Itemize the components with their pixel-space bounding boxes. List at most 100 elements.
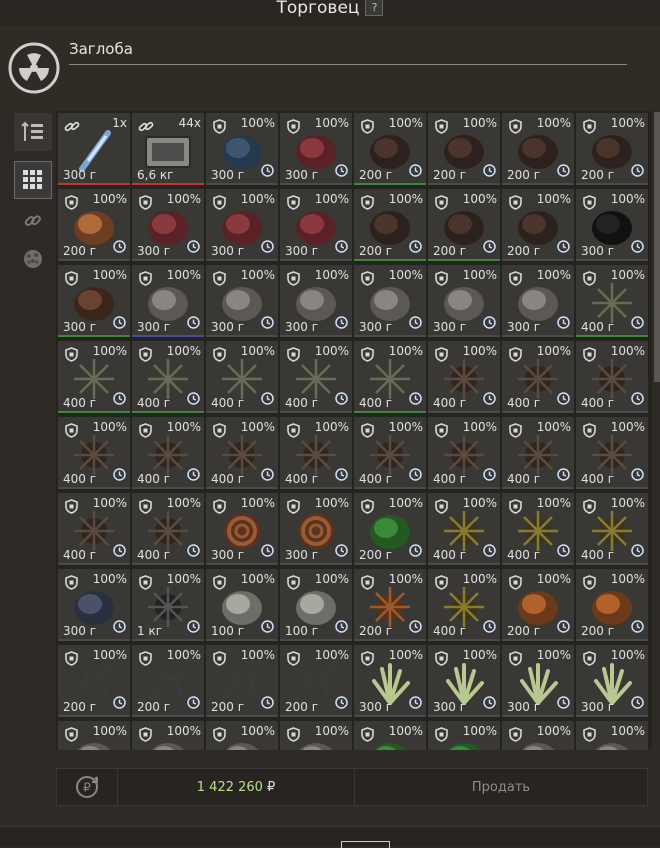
- item-slot[interactable]: 100% 400 г: [354, 417, 426, 489]
- item-slot[interactable]: 100% 400 г: [576, 265, 648, 337]
- item-slot[interactable]: 100% 400 г: [58, 417, 130, 489]
- item-slot[interactable]: 100%: [206, 721, 278, 750]
- item-slot[interactable]: 100% 400 г: [428, 569, 500, 641]
- item-slot[interactable]: 100% 200 г: [502, 189, 574, 261]
- item-slot[interactable]: 100%: [502, 721, 574, 750]
- clock-icon: [409, 618, 422, 637]
- item-slot[interactable]: 100% 400 г: [576, 341, 648, 413]
- shield-icon: [139, 271, 152, 290]
- item-slot[interactable]: 1x 300 г: [58, 113, 130, 185]
- item-slot[interactable]: 100% 400 г: [576, 493, 648, 565]
- item-slot[interactable]: 100%: [576, 721, 648, 750]
- item-slot[interactable]: 100%: [132, 721, 204, 750]
- item-slot[interactable]: 100% 300 г: [132, 189, 204, 261]
- sort-button[interactable]: [14, 113, 52, 151]
- item-rarity-bar: [428, 487, 500, 489]
- item-slot[interactable]: 100% 300 г: [280, 189, 352, 261]
- item-slot[interactable]: 100% 400 г: [132, 341, 204, 413]
- item-slot[interactable]: 100% 100 г: [206, 569, 278, 641]
- item-slot[interactable]: 100% 300 г: [576, 189, 648, 261]
- clock-icon: [631, 162, 644, 181]
- item-slot[interactable]: 100% 400 г: [280, 341, 352, 413]
- item-rarity-bar: [354, 715, 426, 717]
- item-slot[interactable]: 100% 400 г: [132, 417, 204, 489]
- item-slot[interactable]: 100% 300 г: [206, 113, 278, 185]
- item-slot[interactable]: 100% 400 г: [576, 417, 648, 489]
- item-slot[interactable]: 100% 400 г: [132, 493, 204, 565]
- item-rarity-bar: [206, 335, 278, 337]
- item-slot[interactable]: 100% 300 г: [206, 189, 278, 261]
- item-durability: 100%: [240, 648, 275, 662]
- item-slot[interactable]: 100% 300 г: [58, 569, 130, 641]
- item-slot[interactable]: 100% 200 г: [576, 569, 648, 641]
- shield-icon: [287, 575, 300, 594]
- artifacts-filter-button[interactable]: [14, 240, 52, 278]
- item-slot[interactable]: 100% 200 г: [206, 645, 278, 717]
- item-slot[interactable]: 100% 300 г: [354, 645, 426, 717]
- item-slot[interactable]: 100% 400 г: [502, 341, 574, 413]
- item-slot[interactable]: 100% 400 г: [206, 341, 278, 413]
- item-slot[interactable]: 100% 300 г: [206, 265, 278, 337]
- item-slot[interactable]: 100% 300 г: [428, 645, 500, 717]
- shield-icon: [65, 423, 78, 442]
- item-slot[interactable]: 100% 300 г: [132, 265, 204, 337]
- item-slot[interactable]: 100%: [280, 721, 352, 750]
- item-slot[interactable]: 100% 300 г: [502, 265, 574, 337]
- item-slot[interactable]: 100%: [428, 721, 500, 750]
- item-slot[interactable]: 100% 400 г: [58, 493, 130, 565]
- item-slot[interactable]: 100%: [354, 721, 426, 750]
- item-slot[interactable]: 100% 200 г: [502, 569, 574, 641]
- item-slot[interactable]: 100% 200 г: [428, 113, 500, 185]
- item-slot[interactable]: 100% 200 г: [354, 113, 426, 185]
- item-slot[interactable]: 100% 300 г: [354, 265, 426, 337]
- auto-sell-button[interactable]: ₽: [56, 768, 118, 806]
- item-slot[interactable]: 100% 400 г: [428, 417, 500, 489]
- item-slot[interactable]: 100% 200 г: [428, 189, 500, 261]
- item-slot[interactable]: 100% 200 г: [502, 113, 574, 185]
- item-slot[interactable]: 100% 200 г: [132, 645, 204, 717]
- item-slot[interactable]: 100% 300 г: [206, 493, 278, 565]
- grid-view-button[interactable]: [14, 161, 52, 199]
- item-rarity-bar: [354, 259, 426, 261]
- item-durability: 100%: [92, 192, 127, 206]
- item-rarity-bar: [280, 639, 352, 641]
- total-price: 1 422 260 ₽: [117, 768, 355, 806]
- item-slot[interactable]: 100% 300 г: [58, 265, 130, 337]
- item-slot[interactable]: 100% 400 г: [354, 341, 426, 413]
- item-slot[interactable]: 100% 200 г: [280, 645, 352, 717]
- item-weight: 200 г: [359, 624, 393, 638]
- item-slot[interactable]: 100% 300 г: [428, 265, 500, 337]
- item-slot[interactable]: 100% 200 г: [58, 645, 130, 717]
- clock-icon: [335, 466, 348, 485]
- item-slot[interactable]: 100% 300 г: [280, 265, 352, 337]
- help-button[interactable]: ?: [365, 0, 384, 16]
- item-slot[interactable]: 100% 1 кг: [132, 569, 204, 641]
- item-slot[interactable]: 100% 400 г: [428, 493, 500, 565]
- item-slot[interactable]: 100% 300 г: [502, 645, 574, 717]
- sell-button[interactable]: Продать: [354, 768, 648, 806]
- item-slot[interactable]: 100% 300 г: [576, 645, 648, 717]
- item-rarity-bar: [132, 563, 204, 565]
- item-slot[interactable]: 100% 400 г: [206, 417, 278, 489]
- item-slot[interactable]: 100% 100 г: [280, 569, 352, 641]
- item-slot[interactable]: 100% 300 г: [280, 493, 352, 565]
- item-slot[interactable]: 100% 400 г: [58, 341, 130, 413]
- item-slot[interactable]: 100% 200 г: [354, 189, 426, 261]
- item-slot[interactable]: 100% 200 г: [354, 569, 426, 641]
- linked-items-filter-button[interactable]: [14, 202, 52, 240]
- item-slot[interactable]: 100% 400 г: [502, 493, 574, 565]
- grid-scrollbar[interactable]: [654, 112, 660, 382]
- item-slot[interactable]: 44x 6,6 кг: [132, 113, 204, 185]
- item-slot[interactable]: 100% 200 г: [354, 493, 426, 565]
- item-slot[interactable]: 100% 400 г: [280, 417, 352, 489]
- shield-icon: [583, 651, 596, 670]
- item-slot[interactable]: 100% 200 г: [58, 189, 130, 261]
- window-title: Торговец?: [0, 0, 660, 18]
- item-weight: 400 г: [359, 472, 393, 486]
- item-slot[interactable]: 100% 400 г: [428, 341, 500, 413]
- item-slot[interactable]: 100% 400 г: [502, 417, 574, 489]
- clock-icon: [187, 466, 200, 485]
- item-slot[interactable]: 100% 200 г: [576, 113, 648, 185]
- item-slot[interactable]: 100%: [58, 721, 130, 750]
- item-slot[interactable]: 100% 300 г: [280, 113, 352, 185]
